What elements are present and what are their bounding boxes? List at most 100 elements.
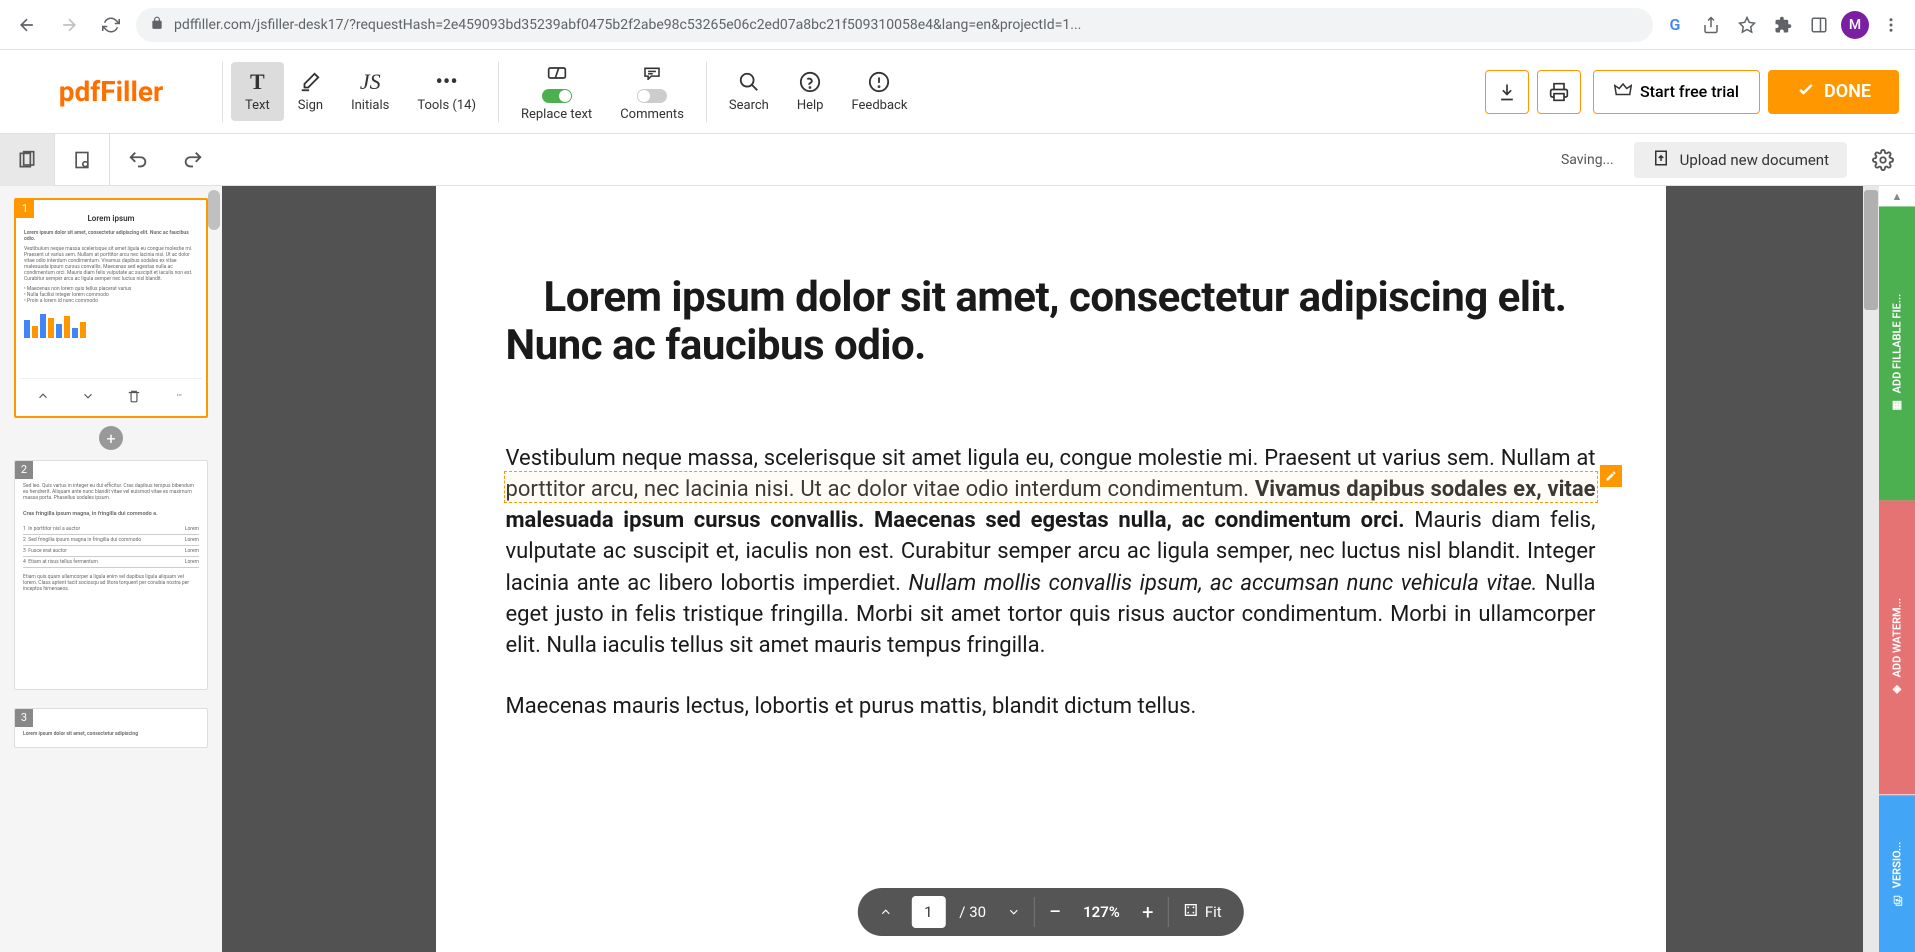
crown-icon xyxy=(1614,81,1632,103)
done-label: DONE xyxy=(1824,81,1871,102)
thumbnail-panel[interactable]: 1 Lorem ipsum Lorem ipsum dolor sit amet… xyxy=(0,186,222,952)
page-control-bar: 1 / 30 − 127% + Fit xyxy=(857,888,1243,936)
page-total: / 30 xyxy=(951,903,994,921)
watermark-icon: ◈ xyxy=(1891,684,1904,697)
secondary-toolbar: Saving... Upload new document xyxy=(0,134,1915,186)
redo-button[interactable] xyxy=(165,134,220,186)
zoom-out-button[interactable]: − xyxy=(1035,892,1075,932)
main-area: 1 Lorem ipsum Lorem ipsum dolor sit amet… xyxy=(0,186,1915,952)
move-down-button[interactable] xyxy=(74,382,102,410)
text-icon: T xyxy=(245,70,269,94)
replace-label: Replace text xyxy=(521,107,592,122)
text-label: Text xyxy=(245,98,270,113)
download-button[interactable] xyxy=(1485,70,1529,114)
feedback-icon xyxy=(867,70,891,94)
browser-bar: pdffiller.com/jsfiller-desk17/?requestHa… xyxy=(0,0,1915,50)
dots-icon: ••• xyxy=(435,70,459,94)
thumb-scrollbar[interactable] xyxy=(208,190,222,230)
page-more-button[interactable]: ••• xyxy=(165,382,193,410)
replace-text-tool[interactable]: Replace text xyxy=(507,53,606,130)
zoom-in-button[interactable]: + xyxy=(1128,892,1168,932)
trial-label: Start free trial xyxy=(1640,82,1739,101)
search-label: Search xyxy=(729,98,769,113)
share-icon[interactable] xyxy=(1697,11,1725,39)
forward-button[interactable] xyxy=(52,8,86,42)
help-tool[interactable]: Help xyxy=(783,62,838,121)
comments-label: Comments xyxy=(620,107,684,122)
doc-paragraph-1[interactable]: Vestibulum neque massa, scelerisque sit … xyxy=(506,443,1596,662)
versions-icon: ⎘ xyxy=(1891,894,1904,905)
search-tool[interactable]: Search xyxy=(715,62,783,121)
edit-tools-group: T Text Sign JS Initials ••• Tools (14) xyxy=(223,50,498,133)
document-page[interactable]: Lorem ipsum dolor sit amet, consectetur … xyxy=(436,186,1666,952)
thumb-actions: ••• xyxy=(20,378,202,412)
versions-button[interactable]: ⎘ VERSIO... xyxy=(1879,795,1915,952)
next-page-button[interactable] xyxy=(994,892,1034,932)
replace-toggle[interactable] xyxy=(542,89,572,103)
upload-label: Upload new document xyxy=(1680,151,1829,169)
help-icon xyxy=(798,70,822,94)
move-up-button[interactable] xyxy=(29,382,57,410)
upload-icon xyxy=(1652,149,1670,171)
edit-badge[interactable] xyxy=(1600,465,1622,487)
text-tool[interactable]: T Text xyxy=(231,62,284,121)
sign-label: Sign xyxy=(298,98,323,113)
comments-tool[interactable]: Comments xyxy=(606,53,698,130)
undo-button[interactable] xyxy=(110,134,165,186)
add-page-button[interactable]: + xyxy=(99,426,123,450)
tools-menu[interactable]: ••• Tools (14) xyxy=(403,62,490,121)
pages-panel-button[interactable] xyxy=(0,134,55,186)
doc-paragraph-2[interactable]: Maecenas mauris lectus, lobortis et puru… xyxy=(506,691,1596,722)
feedback-label: Feedback xyxy=(851,98,907,113)
page-num-1: 1 xyxy=(16,200,34,218)
thumb-title: Lorem ipsum xyxy=(24,214,198,224)
fit-button[interactable]: Fit xyxy=(1169,902,1236,922)
back-button[interactable] xyxy=(10,8,44,42)
para-text-d: Nullam mollis convallis ipsum, ac accums… xyxy=(909,571,1538,596)
fit-icon xyxy=(1183,902,1199,922)
upload-document-button[interactable]: Upload new document xyxy=(1634,142,1847,178)
menu-icon[interactable] xyxy=(1877,11,1905,39)
extensions-icon[interactable] xyxy=(1769,11,1797,39)
page-thumb-1[interactable]: 1 Lorem ipsum Lorem ipsum dolor sit amet… xyxy=(14,198,208,418)
viewport-scrollbar[interactable] xyxy=(1863,186,1879,952)
print-button[interactable] xyxy=(1537,70,1581,114)
doc-heading[interactable]: Lorem ipsum dolor sit amet, consectetur … xyxy=(506,274,1596,371)
add-watermark-button[interactable]: ◈ ADD WATERM... xyxy=(1879,500,1915,794)
sign-icon xyxy=(298,70,322,94)
done-button[interactable]: DONE xyxy=(1768,70,1899,114)
fit-label: Fit xyxy=(1205,903,1222,921)
panel-icon[interactable] xyxy=(1805,11,1833,39)
saving-status: Saving... xyxy=(1561,152,1614,168)
comments-toggle[interactable] xyxy=(637,89,667,103)
rail-up-arrow[interactable]: ▲ xyxy=(1879,186,1915,206)
page-num-3: 3 xyxy=(15,709,33,727)
delete-page-button[interactable] xyxy=(120,382,148,410)
add-fillable-fields-button[interactable]: ▦ ADD FILLABLE FIE... xyxy=(1879,206,1915,500)
lock-icon xyxy=(150,16,164,34)
reload-button[interactable] xyxy=(94,8,128,42)
initials-label: Initials xyxy=(351,98,389,113)
profile-avatar[interactable]: M xyxy=(1841,11,1869,39)
settings-button[interactable] xyxy=(1863,140,1903,180)
prev-page-button[interactable] xyxy=(865,892,905,932)
document-viewport[interactable]: Lorem ipsum dolor sit amet, consectetur … xyxy=(222,186,1879,952)
page-thumb-3[interactable]: 3 Lorem ipsum dolor sit amet, consectetu… xyxy=(14,708,208,748)
logo-box: pdfFiller xyxy=(0,50,222,133)
start-trial-button[interactable]: Start free trial xyxy=(1593,70,1760,114)
page-input[interactable]: 1 xyxy=(911,896,945,928)
page-settings-button[interactable] xyxy=(55,134,110,186)
url-bar[interactable]: pdffiller.com/jsfiller-desk17/?requestHa… xyxy=(136,8,1653,42)
edit-highlight xyxy=(504,471,1598,503)
app-toolbar: pdfFiller T Text Sign JS Initials ••• To… xyxy=(0,50,1915,134)
help-tools-group: Search Help Feedback xyxy=(707,50,930,133)
page-num-2: 2 xyxy=(15,461,33,479)
feedback-tool[interactable]: Feedback xyxy=(837,62,921,121)
help-label: Help xyxy=(797,98,824,113)
google-icon[interactable]: G xyxy=(1661,11,1689,39)
logo[interactable]: pdfFiller xyxy=(59,75,164,108)
initials-tool[interactable]: JS Initials xyxy=(337,62,403,121)
sign-tool[interactable]: Sign xyxy=(284,62,337,121)
star-icon[interactable] xyxy=(1733,11,1761,39)
page-thumb-2[interactable]: 2 Sed leo. Quis varius in integer eu dui… xyxy=(14,460,208,690)
